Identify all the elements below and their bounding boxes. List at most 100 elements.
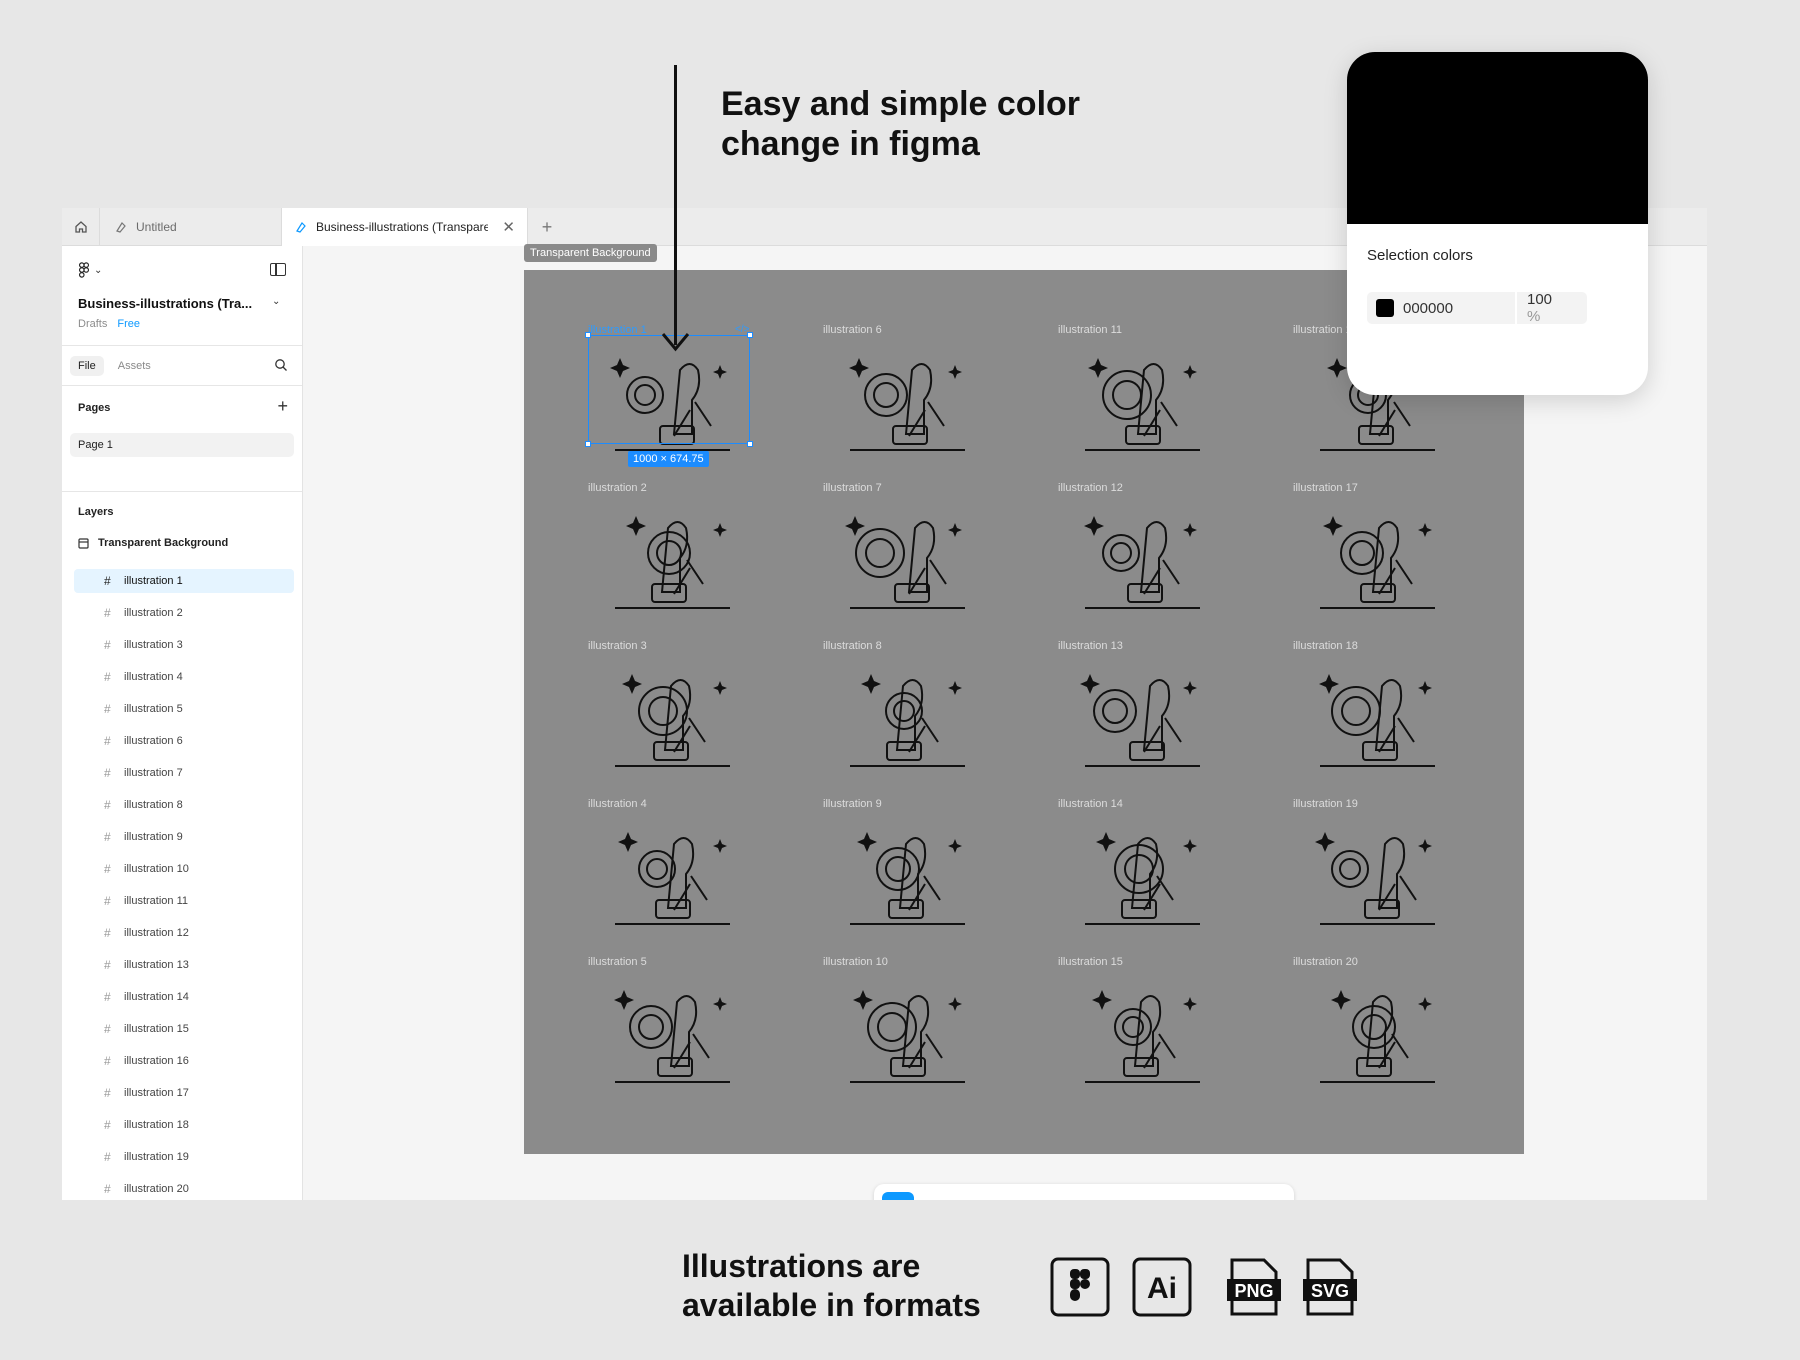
frame-name-label[interactable]: illustration 4 (588, 798, 647, 810)
illustration-frame[interactable]: illustration 20 (1293, 956, 1503, 1106)
color-chip[interactable] (1376, 299, 1394, 317)
code-icon[interactable]: </> (735, 324, 749, 335)
layer-label: illustration 16 (124, 1055, 189, 1067)
illustration-frame[interactable]: illustration 12 (1058, 482, 1268, 632)
frame-name-label[interactable]: illustration 8 (823, 640, 882, 652)
frame-label[interactable]: Transparent Background (524, 244, 657, 262)
illustration-frame[interactable]: illustration 8 (823, 640, 1033, 790)
layer-item[interactable]: # illustration 20 (74, 1173, 294, 1200)
illustration-frame[interactable]: illustration 1 </> 1000 × 674.75 (585, 324, 798, 474)
format-label: PNG (1234, 1281, 1273, 1301)
layer-item[interactable]: # illustration 6 (74, 725, 294, 757)
frame-name-label[interactable]: illustration 7 (823, 482, 882, 494)
frame-hash-icon: # (104, 574, 111, 588)
layer-item[interactable]: # illustration 14 (74, 981, 294, 1013)
illustration-frame[interactable]: illustration 2 (588, 482, 798, 632)
illustration-frame[interactable]: illustration 11 (1058, 324, 1268, 474)
layer-label: illustration 19 (124, 1151, 189, 1163)
chevron-down-icon[interactable]: ⌄ (272, 296, 280, 307)
illustration-frame[interactable]: illustration 4 (588, 798, 798, 948)
layer-item[interactable]: # illustration 8 (74, 789, 294, 821)
frame-name-label[interactable]: illustration 14 (1058, 798, 1123, 810)
selection-colors-card: Selection colors 000000 100 % (1347, 52, 1648, 395)
layer-item[interactable]: # illustration 3 (74, 629, 294, 661)
plan-badge[interactable]: Free (117, 318, 140, 330)
illustration-art (1085, 832, 1200, 925)
new-tab-button[interactable]: + (532, 208, 562, 246)
layers-title: Layers (78, 506, 114, 518)
illustration-frame[interactable]: illustration 19 (1293, 798, 1503, 948)
tab-assets[interactable]: Assets (110, 356, 159, 376)
frame-name-label[interactable]: illustration 2 (588, 482, 647, 494)
file-title[interactable]: Business-illustrations (Tra... (78, 296, 253, 311)
layer-item[interactable]: # illustration 16 (74, 1045, 294, 1077)
frame-name-label[interactable]: illustration 13 (1058, 640, 1123, 652)
hex-input[interactable]: 000000 (1403, 300, 1515, 317)
layer-item[interactable]: # illustration 4 (74, 661, 294, 693)
main-menu-button[interactable]: ⌄ (78, 262, 102, 278)
illustration-frame[interactable]: illustration 14 (1058, 798, 1268, 948)
illustration-frame[interactable]: illustration 10 (823, 956, 1033, 1106)
tab-business-illustrations[interactable]: Business-illustrations (Transparent Back… (282, 208, 528, 246)
layer-item[interactable]: # illustration 9 (74, 821, 294, 853)
figma-format-icon (1050, 1257, 1110, 1317)
layer-item[interactable]: # illustration 13 (74, 949, 294, 981)
frame-name-label[interactable]: illustration 18 (1293, 640, 1358, 652)
layer-label: illustration 5 (124, 703, 183, 715)
illustration-frame[interactable]: illustration 6 (823, 324, 1033, 474)
illustration-frame[interactable]: illustration 15 (1058, 956, 1268, 1106)
frame-name-label[interactable]: illustration 15 (1058, 956, 1123, 968)
illustration-frame[interactable]: illustration 3 (588, 640, 798, 790)
panel-toggle-icon[interactable] (270, 263, 286, 276)
add-page-button[interactable]: + (277, 396, 288, 417)
color-field[interactable]: 000000 100 % (1367, 291, 1587, 325)
selection-colors-title: Selection colors (1367, 247, 1473, 264)
page-item[interactable]: Page 1 (70, 433, 294, 457)
frame-name-label[interactable]: illustration 19 (1293, 798, 1358, 810)
search-icon[interactable] (274, 358, 288, 375)
tab-untitled[interactable]: Untitled (102, 208, 282, 246)
frame-name-label[interactable]: illustration 12 (1058, 482, 1123, 494)
layer-item[interactable]: # illustration 19 (74, 1141, 294, 1173)
layer-label: illustration 8 (124, 799, 183, 811)
illustration-frame[interactable]: illustration 5 (588, 956, 798, 1106)
frame-transparent-background[interactable]: illustration 1 </> 1000 × 674.75 illustra… (524, 270, 1524, 1154)
resize-handle[interactable] (585, 332, 591, 338)
illustration-frame[interactable]: illustration 7 (823, 482, 1033, 632)
layer-item[interactable]: # illustration 18 (74, 1109, 294, 1141)
layer-item[interactable]: # illustration 11 (74, 885, 294, 917)
move-tool-button[interactable] (882, 1192, 914, 1200)
layer-item[interactable]: # illustration 17 (74, 1077, 294, 1109)
frame-name-label[interactable]: illustration 11 (1058, 324, 1122, 336)
drafts-link[interactable]: Drafts (78, 318, 107, 330)
frame-name-label[interactable]: illustration 6 (823, 324, 882, 336)
layer-item[interactable]: # illustration 10 (74, 853, 294, 885)
tab-file[interactable]: File (70, 355, 104, 376)
formats-line-2: available in formats (682, 1287, 981, 1323)
layer-item[interactable]: # illustration 1 (74, 569, 294, 593)
frame-hash-icon: # (104, 1118, 111, 1132)
layer-item[interactable]: # illustration 12 (74, 917, 294, 949)
frame-hash-icon: # (104, 606, 111, 620)
frame-name-label[interactable]: illustration 10 (823, 956, 888, 968)
illustration-frame[interactable]: illustration 18 (1293, 640, 1503, 790)
resize-handle[interactable] (585, 441, 591, 447)
layer-item[interactable]: # illustration 5 (74, 693, 294, 725)
frame-hash-icon: # (104, 734, 111, 748)
illustration-frame[interactable]: illustration 17 (1293, 482, 1503, 632)
layer-item[interactable]: # illustration 2 (74, 597, 294, 629)
close-icon[interactable]: ✕ (502, 218, 515, 236)
frame-name-label[interactable]: illustration 9 (823, 798, 882, 810)
frame-name-label[interactable]: illustration 3 (588, 640, 647, 652)
frame-name-label[interactable]: illustration 5 (588, 956, 647, 968)
frame-name-label[interactable]: illustration 17 (1293, 482, 1358, 494)
layer-item[interactable]: # illustration 15 (74, 1013, 294, 1045)
frame-name-label[interactable]: illustration 20 (1293, 956, 1358, 968)
layer-frame-transparent-background[interactable]: Transparent Background (78, 537, 228, 549)
opacity-input[interactable]: 100 % (1517, 291, 1571, 325)
layer-item[interactable]: # illustration 7 (74, 757, 294, 789)
resize-handle[interactable] (747, 441, 753, 447)
illustration-frame[interactable]: illustration 9 (823, 798, 1033, 948)
illustration-frame[interactable]: illustration 13 (1058, 640, 1268, 790)
tab-home[interactable] (62, 208, 100, 246)
